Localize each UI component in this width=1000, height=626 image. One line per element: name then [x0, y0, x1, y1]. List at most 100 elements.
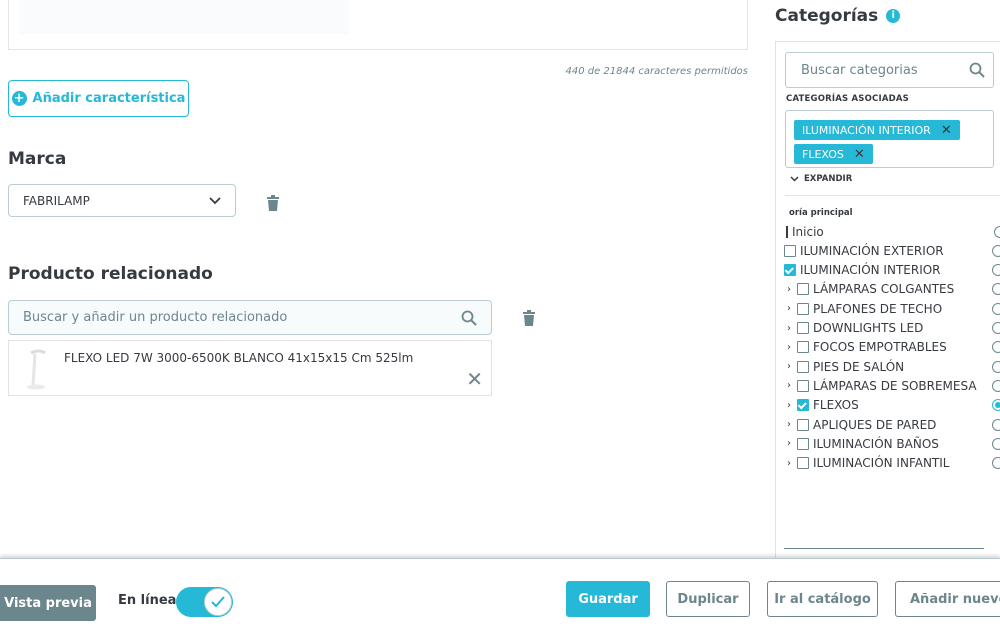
chevron-right-icon[interactable]: ›	[784, 323, 794, 334]
category-label: ILUMINACIÓN INFANTIL	[813, 456, 950, 471]
online-toggle[interactable]	[176, 587, 233, 617]
category-label: LÁMPARAS DE SOBREMESA	[813, 378, 977, 393]
checkbox-edge	[786, 225, 788, 238]
main-category-radio[interactable]	[992, 283, 1000, 296]
remove-related-icon[interactable]: ✕	[466, 369, 483, 389]
chevron-down-icon	[209, 196, 221, 204]
category-checkbox[interactable]	[797, 379, 809, 392]
category-search-placeholder: Buscar categorias	[801, 62, 918, 78]
remove-tag-icon[interactable]: ✕	[854, 147, 865, 162]
category-checkbox[interactable]	[797, 283, 809, 296]
main-category-radio[interactable]	[992, 341, 1000, 354]
editor-content-area[interactable]	[19, 0, 349, 34]
add-feature-label: Añadir característica	[32, 91, 186, 106]
category-checkbox[interactable]	[797, 418, 809, 431]
main-category-radio[interactable]	[992, 379, 1000, 392]
category-checkbox[interactable]	[797, 302, 809, 315]
category-checkbox[interactable]	[784, 264, 796, 277]
category-label: ILUMINACIÓN BAÑOS	[813, 436, 939, 451]
main-category-radio[interactable]	[992, 264, 1000, 277]
category-label: FOCOS EMPOTRABLES	[813, 340, 947, 355]
category-search-input[interactable]: Buscar categorias	[785, 52, 994, 88]
search-icon[interactable]	[969, 62, 985, 78]
category-tree-item[interactable]: Inicio	[786, 222, 1000, 241]
category-tree-item[interactable]: › FLEXOS	[784, 396, 1000, 415]
related-product-search-input[interactable]: Buscar y añadir un producto relacionado	[8, 300, 492, 335]
category-tree-item[interactable]: ILUMINACIÓN EXTERIOR	[784, 241, 1000, 260]
category-tree-item[interactable]: › LÁMPARAS COLGANTES	[784, 280, 1000, 299]
related-product-name: FLEXO LED 7W 3000-6500K BLANCO 41x15x15 …	[64, 351, 414, 365]
main-category-radio[interactable]	[992, 437, 1000, 450]
category-checkbox[interactable]	[797, 322, 809, 334]
expand-toggle[interactable]: EXPANDIR	[790, 174, 852, 184]
category-tree-item[interactable]: › ILUMINACIÓN BAÑOS	[784, 434, 1000, 453]
main-category-radio[interactable]	[992, 360, 1000, 373]
category-tree-item[interactable]: ILUMINACIÓN INTERIOR	[784, 261, 1000, 280]
related-search-placeholder: Buscar y añadir un producto relacionado	[23, 310, 288, 325]
brand-select[interactable]: FABRILAMP	[8, 184, 236, 217]
brand-selected-value: FABRILAMP	[23, 193, 90, 208]
category-label: Inicio	[792, 224, 824, 239]
main-category-radio[interactable]	[992, 418, 1000, 431]
category-tree-item[interactable]: › DOWNLIGHTS LED	[784, 319, 1000, 338]
brand-title: Marca	[8, 149, 67, 169]
category-label: ILUMINACIÓN INTERIOR	[800, 263, 941, 278]
main-category-radio[interactable]	[992, 322, 1000, 334]
category-tag: ILUMINACIÓN INTERIOR ✕	[794, 120, 960, 140]
duplicate-button[interactable]: Duplicar	[666, 581, 750, 617]
chevron-right-icon[interactable]: ›	[784, 419, 794, 430]
category-checkbox[interactable]	[797, 341, 809, 354]
category-tree-item[interactable]: › FOCOS EMPOTRABLES	[784, 338, 1000, 357]
remove-tag-icon[interactable]: ✕	[941, 123, 952, 138]
main-category-radio[interactable]	[992, 244, 1000, 257]
preview-button[interactable]: Vista previa	[0, 585, 96, 621]
product-thumbnail	[27, 349, 46, 390]
footer-toolbar: Vista previa En línea Guardar Duplicar I…	[0, 558, 1000, 626]
plus-circle-icon: +	[11, 91, 27, 106]
chevron-right-icon[interactable]: ›	[784, 342, 794, 353]
category-tree-item[interactable]: › PLAFONES DE TECHO	[784, 299, 1000, 318]
category-checkbox[interactable]	[797, 399, 809, 412]
chevron-right-icon[interactable]: ›	[784, 303, 794, 314]
chevron-right-icon[interactable]: ›	[784, 438, 794, 449]
delete-brand-icon[interactable]	[266, 195, 280, 211]
category-tree-item[interactable]: › PIES DE SALÓN	[784, 357, 1000, 376]
categories-title-text: Categorías	[775, 6, 879, 26]
clipped-tree-item	[784, 547, 984, 551]
category-tree-item[interactable]: › LÁMPARAS DE SOBREMESA	[784, 376, 1000, 395]
category-checkbox[interactable]	[797, 360, 809, 373]
search-icon[interactable]	[461, 310, 477, 326]
category-label: LÁMPARAS COLGANTES	[813, 282, 955, 297]
add-feature-button[interactable]: + Añadir característica	[8, 80, 189, 117]
category-label: APLIQUES DE PARED	[813, 417, 937, 432]
description-editor[interactable]	[8, 0, 748, 50]
category-checkbox[interactable]	[797, 457, 809, 470]
expand-label: EXPANDIR	[804, 174, 853, 184]
chevron-right-icon[interactable]: ›	[784, 284, 794, 295]
chevron-right-icon[interactable]: ›	[784, 361, 794, 372]
category-tree-item[interactable]: › APLIQUES DE PARED	[784, 415, 1000, 434]
main-category-radio[interactable]	[992, 399, 1000, 412]
category-checkbox[interactable]	[797, 437, 809, 450]
chevron-right-icon[interactable]: ›	[784, 380, 794, 391]
tag-label: ILUMINACIÓN INTERIOR	[802, 123, 931, 137]
main-category-label: oría principal	[789, 208, 853, 218]
main-category-radio[interactable]	[992, 302, 1000, 315]
add-new-product-button[interactable]: Añadir nuevo p	[895, 581, 1000, 617]
go-to-catalog-button[interactable]: Ir al catálogo	[767, 581, 878, 617]
category-label: FLEXOS	[813, 398, 859, 413]
associated-tags-box: ILUMINACIÓN INTERIOR ✕ FLEXOS ✕	[785, 110, 994, 168]
info-icon[interactable]: i	[886, 9, 901, 23]
category-label: PIES DE SALÓN	[813, 359, 905, 374]
divider	[785, 195, 1000, 196]
delete-related-icon[interactable]	[522, 310, 536, 326]
main-category-radio[interactable]	[992, 457, 1000, 470]
category-tree-item[interactable]: › ILUMINACIÓN INFANTIL	[784, 454, 1000, 473]
chevron-right-icon[interactable]: ›	[784, 458, 794, 469]
save-button[interactable]: Guardar	[566, 581, 650, 617]
toggle-knob	[204, 588, 232, 616]
chevron-right-icon[interactable]: ›	[784, 400, 794, 411]
main-category-radio[interactable]	[994, 225, 1000, 238]
category-label: DOWNLIGHTS LED	[813, 321, 924, 335]
category-checkbox[interactable]	[784, 244, 796, 257]
